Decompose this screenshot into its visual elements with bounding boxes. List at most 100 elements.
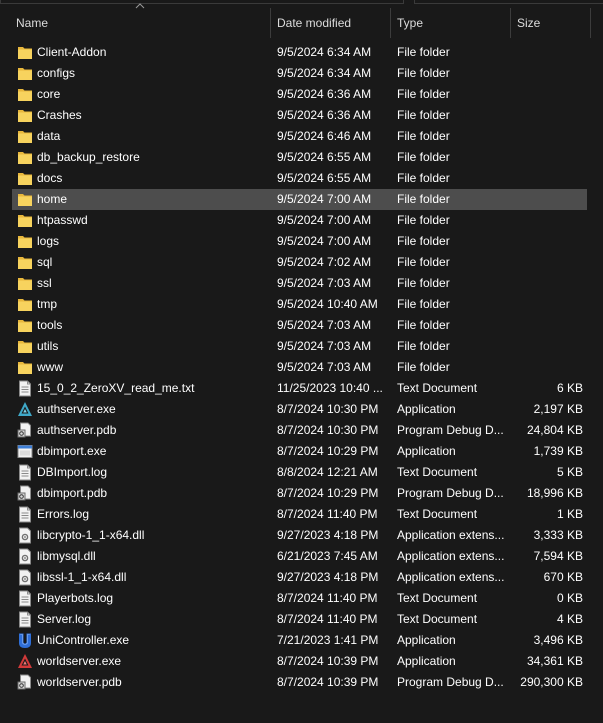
address-bar-edge[interactable]	[0, 0, 404, 4]
file-row-htpasswd[interactable]: htpasswd 9/5/2024 7:00 AM File folder	[12, 210, 587, 231]
file-size: 290,300 KB	[520, 675, 583, 689]
file-row-db-backup-restore[interactable]: db_backup_restore 9/5/2024 6:55 AM File fo…	[12, 147, 587, 168]
file-name: Errors.log	[37, 507, 90, 521]
file-row-dbimport-exe[interactable]: dbimport.exe 8/7/2024 10:29 PM Application…	[12, 441, 587, 462]
file-row-docs[interactable]: docs 9/5/2024 6:55 AM File folder	[12, 168, 587, 189]
file-row-logs[interactable]: logs 9/5/2024 7:00 AM File folder	[12, 231, 587, 252]
file-row-15-0-2-zeroxv-read-me-txt[interactable]: 15_0_2_ZeroXV_read_me.txt 11/25/2023 10:4…	[12, 378, 587, 399]
file-date-modified: 8/7/2024 10:30 PM	[277, 423, 379, 437]
file-type: File folder	[397, 45, 450, 59]
column-header-type[interactable]: Type	[390, 8, 510, 38]
file-explorer-window: Name Date modified Type Size Client-Addo…	[0, 0, 603, 723]
column-header-name[interactable]: Name	[10, 8, 270, 38]
file-row-configs[interactable]: configs 9/5/2024 6:34 AM File folder	[12, 63, 587, 84]
file-size: 7,594 KB	[533, 549, 583, 563]
file-name: worldserver.pdb	[37, 675, 122, 689]
folder-icon	[17, 149, 33, 166]
file-name: data	[37, 129, 61, 143]
column-header-size[interactable]: Size	[510, 8, 590, 38]
file-row-playerbots-log[interactable]: Playerbots.log 8/7/2024 11:40 PM Text Docu…	[12, 588, 587, 609]
file-row-sql[interactable]: sql 9/5/2024 7:02 AM File folder	[12, 252, 587, 273]
text-document-icon	[17, 590, 33, 607]
file-date-modified: 9/5/2024 7:03 AM	[277, 339, 372, 353]
file-name: Playerbots.log	[37, 591, 114, 605]
file-size	[507, 210, 583, 231]
file-name: Client-Addon	[37, 45, 107, 59]
folder-icon	[17, 170, 33, 187]
file-type: File folder	[397, 213, 450, 227]
file-name: docs	[37, 171, 63, 185]
text-document-icon	[17, 464, 33, 481]
file-type: File folder	[397, 66, 450, 80]
file-size: 670 KB	[543, 570, 583, 584]
file-row-worldserver-pdb[interactable]: worldserver.pdb 8/7/2024 10:39 PM Program …	[12, 672, 587, 693]
file-row-core[interactable]: core 9/5/2024 6:36 AM File folder	[12, 84, 587, 105]
file-row-worldserver-exe[interactable]: worldserver.exe 8/7/2024 10:39 PM Applicat…	[12, 651, 587, 672]
file-name: dbimport.pdb	[37, 486, 108, 500]
file-row-home[interactable]: home 9/5/2024 7:00 AM File folder	[12, 189, 587, 210]
file-size	[507, 252, 583, 273]
folder-icon	[17, 254, 33, 271]
file-name: home	[37, 192, 68, 206]
file-name: db_backup_restore	[37, 150, 140, 164]
top-toolbar-edge	[0, 0, 603, 6]
file-size: 3,496 KB	[533, 633, 583, 647]
file-date-modified: 9/27/2023 4:18 PM	[277, 528, 379, 542]
file-type: Program Debug D...	[397, 675, 504, 689]
file-type: File folder	[397, 192, 450, 206]
file-row-tmp[interactable]: tmp 9/5/2024 10:40 AM File folder	[12, 294, 587, 315]
file-row-libmysql-dll[interactable]: libmysql.dll 6/21/2023 7:45 AM Application…	[12, 546, 587, 567]
file-size	[507, 168, 583, 189]
file-date-modified: 9/5/2024 6:55 AM	[277, 171, 372, 185]
file-name: www	[37, 360, 63, 374]
file-row-tools[interactable]: tools 9/5/2024 7:03 AM File folder	[12, 315, 587, 336]
file-date-modified: 9/5/2024 6:55 AM	[277, 150, 372, 164]
file-row-data[interactable]: data 9/5/2024 6:46 AM File folder	[12, 126, 587, 147]
file-type: Text Document	[397, 381, 478, 395]
folder-icon	[17, 275, 33, 292]
file-name: 15_0_2_ZeroXV_read_me.txt	[37, 381, 195, 395]
file-row-unicontroller-exe[interactable]: UniController.exe 7/21/2023 1:41 PM Applic…	[12, 630, 587, 651]
file-name: tmp	[37, 297, 58, 311]
column-header: Name Date modified Type Size	[0, 3, 603, 38]
file-row-ssl[interactable]: ssl 9/5/2024 7:03 AM File folder	[12, 273, 587, 294]
file-row-dbimport-pdb[interactable]: dbimport.pdb 8/7/2024 10:29 PM Program Deb…	[12, 483, 587, 504]
file-row-authserver-exe[interactable]: authserver.exe 8/7/2024 10:30 PM Applicati…	[12, 399, 587, 420]
file-size	[507, 315, 583, 336]
file-type: Text Document	[397, 612, 478, 626]
file-row-dbimport-log[interactable]: DBImport.log 8/8/2024 12:21 AM Text Docume…	[12, 462, 587, 483]
file-size: 6 KB	[556, 381, 583, 395]
file-row-crashes[interactable]: Crashes 9/5/2024 6:36 AM File folder	[12, 105, 587, 126]
file-name: UniController.exe	[37, 633, 130, 647]
debug-file-icon	[17, 485, 33, 502]
column-header-extra	[590, 8, 603, 38]
file-type: Program Debug D...	[397, 423, 504, 437]
file-type: Program Debug D...	[397, 486, 504, 500]
file-row-libcrypto-1-1-x64-dll[interactable]: libcrypto-1_1-x64.dll 9/27/2023 4:18 PM Ap…	[12, 525, 587, 546]
file-row-client-addon[interactable]: Client-Addon 9/5/2024 6:34 AM File folder	[12, 42, 587, 63]
generic-app-icon	[17, 443, 33, 460]
file-date-modified: 9/5/2024 6:34 AM	[277, 66, 372, 80]
file-type: File folder	[397, 276, 450, 290]
file-date-modified: 8/7/2024 10:39 PM	[277, 675, 379, 689]
file-row-www[interactable]: www 9/5/2024 7:03 AM File folder	[12, 357, 587, 378]
file-row-errors-log[interactable]: Errors.log 8/7/2024 11:40 PM Text Document…	[12, 504, 587, 525]
file-size	[507, 273, 583, 294]
folder-icon	[17, 65, 33, 82]
debug-file-icon	[17, 674, 33, 691]
file-size: 5 KB	[556, 465, 583, 479]
file-size	[507, 84, 583, 105]
file-type: File folder	[397, 171, 450, 185]
file-date-modified: 8/7/2024 11:40 PM	[277, 612, 378, 626]
file-row-utils[interactable]: utils 9/5/2024 7:03 AM File folder	[12, 336, 587, 357]
file-row-server-log[interactable]: Server.log 8/7/2024 11:40 PM Text Document…	[12, 609, 587, 630]
column-header-date-modified[interactable]: Date modified	[270, 8, 390, 38]
folder-icon	[17, 107, 33, 124]
search-box-edge[interactable]	[414, 0, 603, 4]
file-row-libssl-1-1-x64-dll[interactable]: libssl-1_1-x64.dll 9/27/2023 4:18 PM Appli…	[12, 567, 587, 588]
file-type: Application extens...	[397, 570, 505, 584]
file-size: 18,996 KB	[526, 486, 583, 500]
file-date-modified: 9/27/2023 4:18 PM	[277, 570, 379, 584]
file-row-authserver-pdb[interactable]: authserver.pdb 8/7/2024 10:30 PM Program D…	[12, 420, 587, 441]
file-date-modified: 9/5/2024 7:03 AM	[277, 318, 372, 332]
